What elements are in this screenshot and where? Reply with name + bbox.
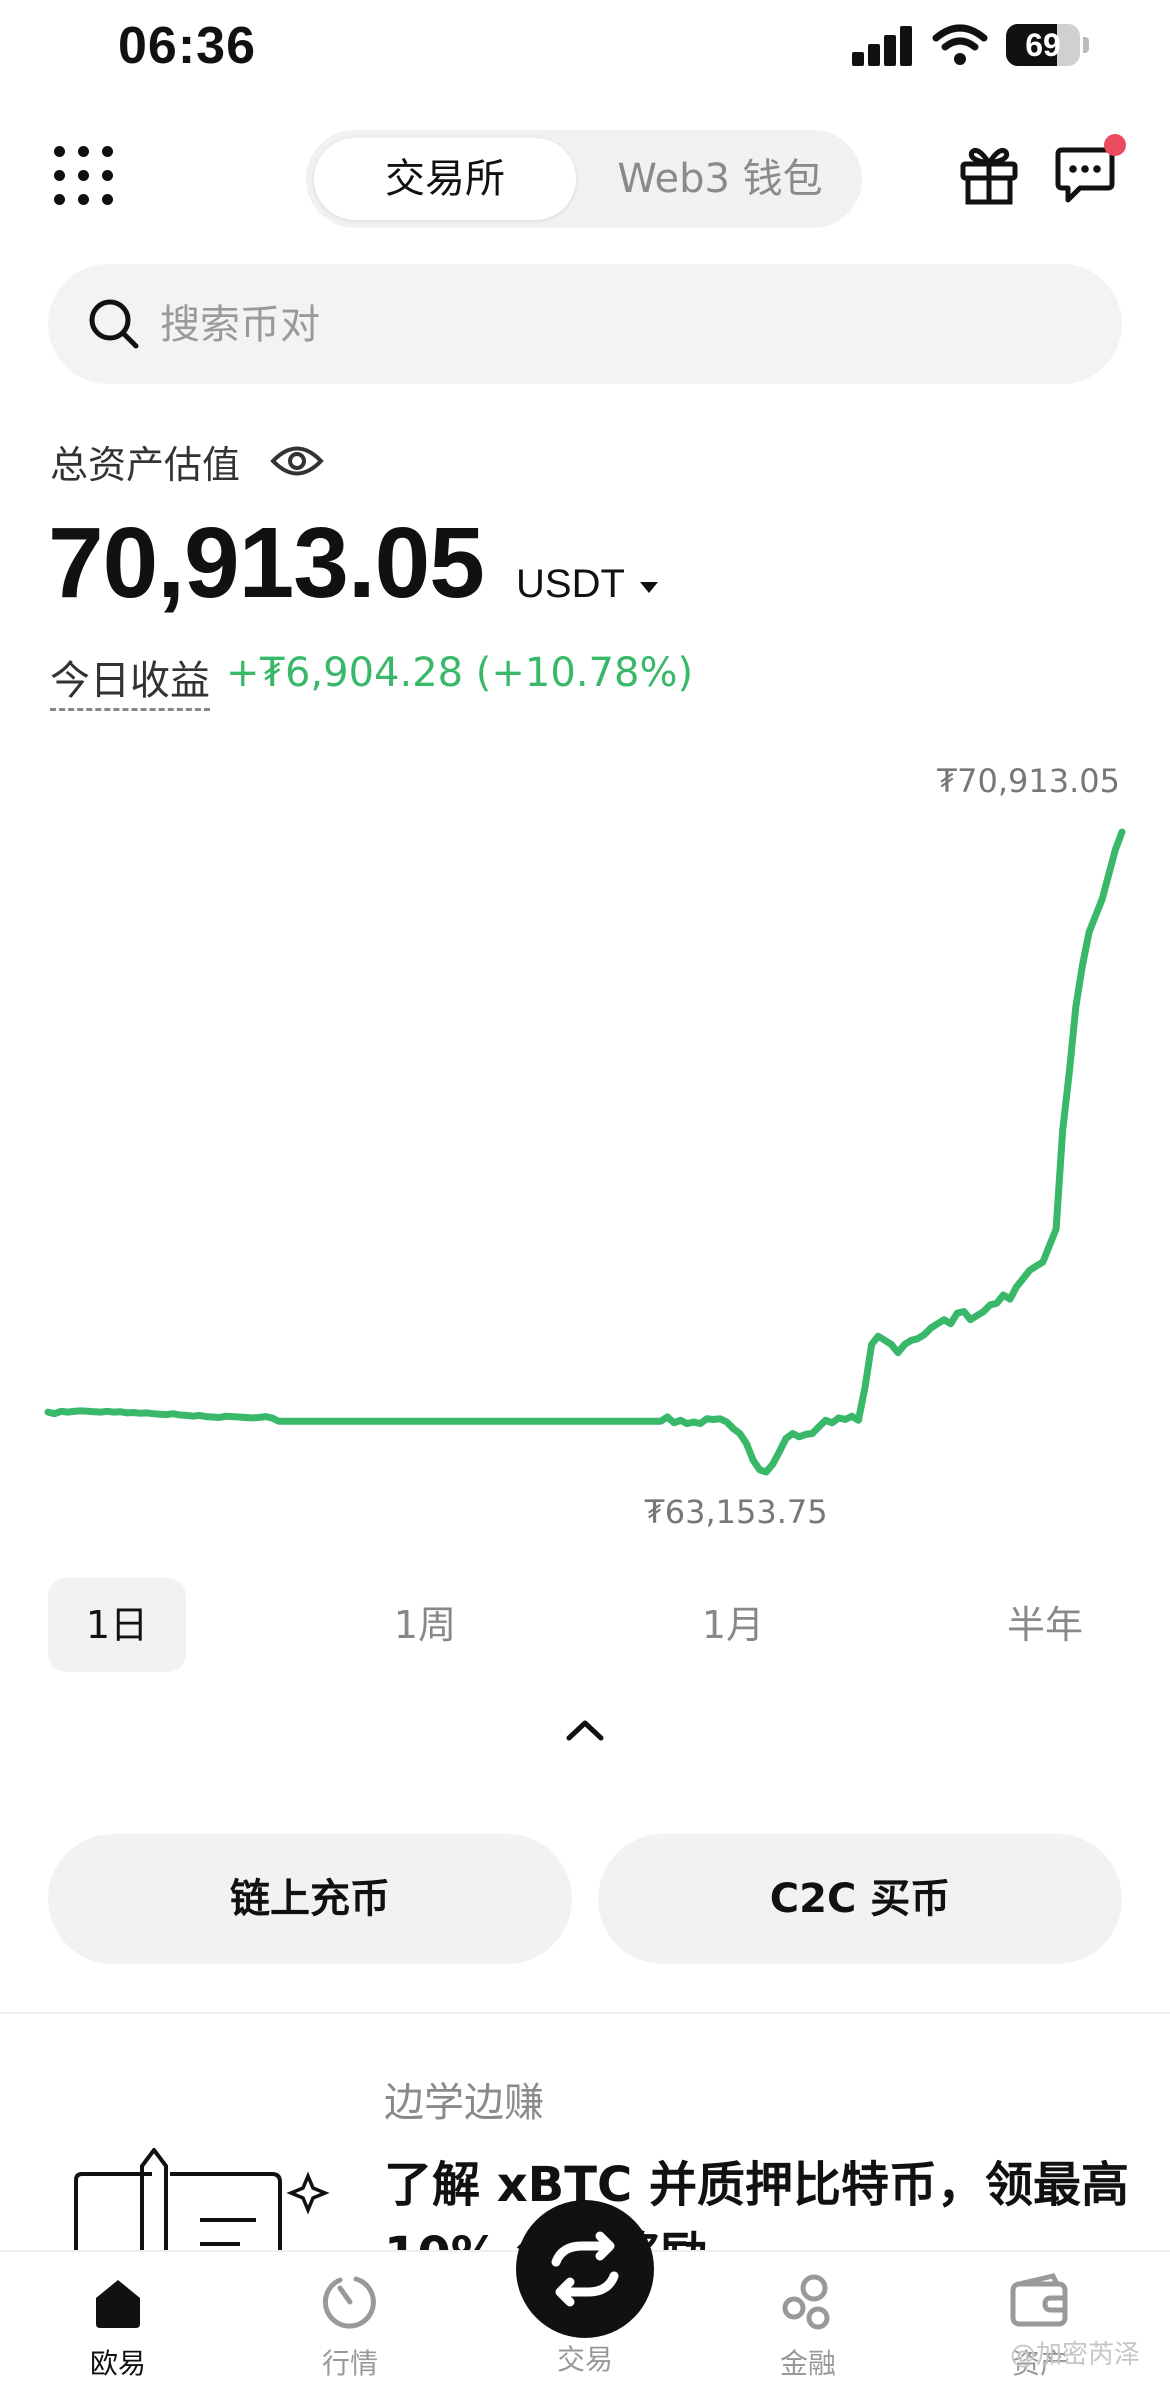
nav-home[interactable]: 欧易 [38,2272,198,2382]
tab-web3-wallet[interactable]: Web3 钱包 [586,130,854,228]
watermark: @加密芮泽 [1010,2340,1141,2370]
search-icon [89,299,139,349]
nav-label-home: 欧易 [89,2347,146,2380]
wifi-icon [932,24,988,65]
total-assets-value: 70,913.05 [48,507,485,619]
today-pnl-label[interactable]: 今日收益 [50,648,210,711]
caret-down-icon[interactable] [640,582,658,593]
tab-exchange[interactable]: 交易所 [314,130,576,228]
search-input[interactable] [158,284,1062,366]
finance-bubbles-icon [782,2274,830,2330]
range-1m-tab[interactable]: 1月 [664,1578,802,1672]
nav-trade[interactable]: 交易 [505,2338,665,2378]
search-bar[interactable] [48,264,1122,384]
chart-max-label: ₮70,913.05 [937,762,1120,800]
chat-icon[interactable] [1054,146,1116,206]
currency-unit-selector[interactable]: USDT [516,562,625,607]
chart-series-line [44,828,1126,1476]
cellular-signal-icon [852,26,916,66]
nav-label-trade: 交易 [556,2343,613,2376]
markets-dial-icon [322,2276,376,2329]
grid-menu-icon[interactable] [54,146,114,206]
mode-switch: 交易所 Web3 钱包 [306,130,862,228]
range-1d-tab[interactable]: 1日 [48,1578,186,1672]
wallet-icon [1010,2273,1068,2327]
nav-markets[interactable]: 行情 [270,2272,430,2382]
chart-min-label: ₮63,153.75 [644,1493,827,1531]
trade-fab-button[interactable] [516,2200,654,2338]
battery-indicator: 69 [1006,24,1090,66]
onchain-deposit-button[interactable]: 链上充币 [48,1834,572,1964]
c2c-buy-button[interactable]: C2C 买币 [598,1834,1122,1964]
learn-category: 边学边赚 [384,2080,544,2126]
chevron-up-icon[interactable] [564,1716,606,1742]
home-icon [96,2280,140,2328]
range-6m-tab[interactable]: 半年 [972,1578,1118,1672]
learn-book-illustration [74,2148,330,2258]
asset-line-chart: ₮70,913.05 ₮63,153.75 [44,762,1126,1531]
today-pnl-value: +₮6,904.28 (+10.78%) [226,650,694,696]
gift-icon[interactable] [958,142,1020,206]
eye-icon[interactable] [270,438,324,484]
nav-label-markets: 行情 [321,2347,378,2380]
swap-arrows-icon [551,2231,619,2307]
nav-label-finance: 金融 [779,2347,836,2380]
status-time: 06:36 [118,17,256,75]
notification-dot [1104,134,1126,156]
battery-percentage: 69 [1025,27,1061,63]
range-1w-tab[interactable]: 1周 [356,1578,494,1672]
section-divider [0,2012,1170,2014]
nav-finance[interactable]: 金融 [728,2272,888,2382]
total-assets-label: 总资产估值 [50,443,241,487]
